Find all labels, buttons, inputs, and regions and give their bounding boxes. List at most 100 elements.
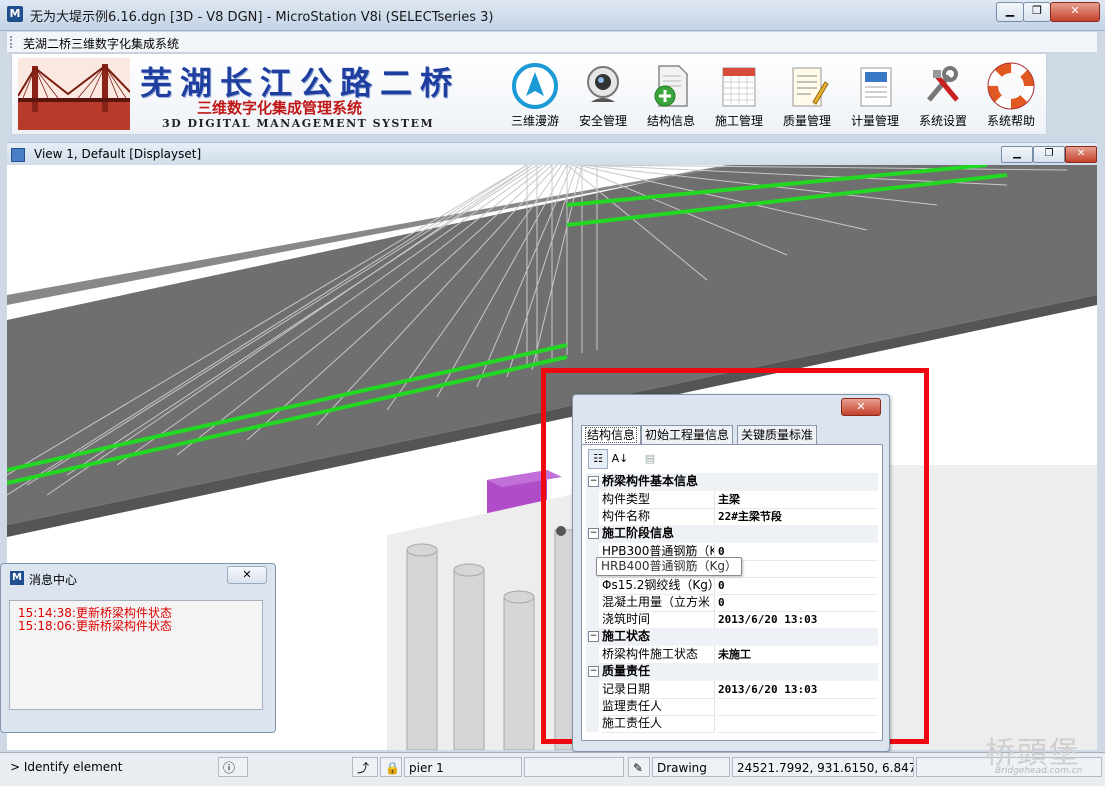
message-center-panel: M 消息中心 ✕ 15:14:38:更新桥梁构件状态 15:18:06:更新桥梁…	[0, 563, 276, 733]
property-value[interactable]: 主梁	[718, 491, 878, 509]
row-gutter	[586, 681, 599, 698]
view-minimize-button[interactable]: ▁	[1001, 146, 1033, 163]
tab-structure-info[interactable]: 结构信息	[581, 425, 642, 445]
notepad-icon	[792, 67, 829, 107]
property-pages-icon[interactable]: ▤	[640, 449, 660, 469]
property-value[interactable]	[718, 560, 878, 578]
tab-initial-quantity[interactable]: 初始工程量信息	[641, 425, 734, 444]
property-key: 桥梁构件施工状态	[602, 646, 715, 664]
toolbar-label: 质量管理	[782, 114, 831, 128]
property-row[interactable]: 构件类型 主梁	[586, 491, 878, 509]
property-grid-container: ☷ A↓ ▤ − 桥梁构件基本信息 构件类型 主梁 构件名称 22#主梁节段 − 施工阶…	[581, 444, 883, 741]
property-tooltip: HRB400普通钢筋（Kg）	[596, 557, 742, 576]
property-key: Φs15.2钢绞线（Kg）	[602, 577, 715, 595]
category-construction-status[interactable]: − 施工状态	[586, 628, 878, 646]
toolbar-structure-info-button[interactable]: 结构信息	[639, 62, 703, 132]
property-value[interactable]: 22#主梁节段	[718, 508, 878, 526]
info-icon[interactable]: ⓘ	[218, 757, 248, 777]
message-center-close-button[interactable]: ✕	[227, 566, 267, 584]
status-empty-field	[524, 757, 624, 777]
category-label: 施工阶段信息	[602, 526, 675, 540]
property-row[interactable]: 监理责任人	[586, 698, 878, 716]
view-titlebar: View 1, Default [Displayset] ▁ ❐ ✕	[7, 142, 1097, 165]
category-label: 质量责任	[602, 664, 651, 678]
property-value[interactable]	[718, 698, 878, 716]
property-row[interactable]: 施工责任人	[586, 715, 878, 733]
toolbar-grip[interactable]	[10, 36, 15, 48]
property-value[interactable]: 2013/6/20 13:03	[718, 681, 878, 699]
minimize-button[interactable]: ▁	[996, 2, 1024, 22]
toolbar-safety-button[interactable]: 安全管理	[571, 62, 635, 132]
toolbar-metering-button[interactable]: 计量管理	[843, 62, 907, 132]
message-item[interactable]: 15:18:06:更新桥梁构件状态	[10, 620, 262, 633]
tools-icon	[927, 66, 959, 102]
collapse-icon[interactable]: −	[588, 528, 599, 539]
message-list[interactable]: 15:14:38:更新桥梁构件状态 15:18:06:更新桥梁构件状态	[9, 600, 263, 710]
property-value[interactable]: 0	[718, 577, 878, 595]
sort-alphabetical-icon[interactable]: A↓	[610, 449, 630, 469]
toolbar-settings-button[interactable]: 系统设置	[911, 62, 975, 132]
collapse-icon[interactable]: −	[588, 476, 599, 487]
toolbar-label: 结构信息	[646, 114, 695, 128]
maximize-button[interactable]: ❐	[1023, 2, 1051, 22]
property-value[interactable]: 2013/6/20 13:03	[718, 611, 878, 629]
category-quality-responsibility[interactable]: − 质量责任	[586, 663, 878, 681]
row-gutter	[586, 491, 599, 508]
property-key: 浇筑时间	[602, 611, 715, 629]
property-key: 构件名称	[602, 508, 715, 526]
status-level[interactable]: pier 1	[404, 757, 522, 777]
microstation-app-icon: M	[7, 6, 23, 22]
row-gutter	[586, 594, 599, 611]
property-row[interactable]: 桥梁构件施工状态 未施工	[586, 646, 878, 664]
property-value[interactable]: 0	[718, 594, 878, 612]
property-row[interactable]: 混凝土用量（立方米 0	[586, 594, 878, 612]
toolbar-label: 安全管理	[578, 114, 627, 128]
row-gutter	[586, 715, 599, 732]
pencil-icon[interactable]: ✎	[628, 757, 650, 777]
status-bar: > Identify element ⓘ ⤴ 🔒 pier 1 ✎ Drawin…	[0, 752, 1105, 786]
title-bar: M 无为大堤示例6.16.dgn [3D - V8 DGN] - MicroSt…	[0, 0, 1105, 31]
property-value[interactable]: 0	[718, 543, 878, 561]
message-center-title: 消息中心	[29, 573, 78, 587]
watermark-url: Bridgehead.com.cn	[995, 766, 1083, 776]
property-key: 监理责任人	[602, 698, 715, 716]
menu-system-name[interactable]: 芜湖二桥三维数字化集成系统	[23, 35, 179, 52]
status-prompt: > Identify element	[10, 760, 123, 774]
tab-quality-standard[interactable]: 关键质量标准	[737, 425, 818, 444]
calendar-icon	[722, 67, 756, 107]
collapse-icon[interactable]: −	[588, 631, 599, 642]
close-button[interactable]: ✕	[1050, 2, 1100, 22]
view-close-button[interactable]: ✕	[1065, 146, 1097, 163]
property-value[interactable]	[718, 715, 878, 733]
toolbar-quality-button[interactable]: 质量管理	[775, 62, 839, 132]
property-row[interactable]: Φs15.2钢绞线（Kg） 0	[586, 577, 878, 595]
row-gutter	[586, 611, 599, 628]
property-row[interactable]: 记录日期 2013/6/20 13:03	[586, 681, 878, 699]
category-basic-info[interactable]: − 桥梁构件基本信息	[586, 473, 878, 491]
view-title: View 1, Default [Displayset]	[34, 147, 202, 161]
category-label: 桥梁构件基本信息	[602, 474, 699, 488]
toolbar-help-button[interactable]: 系统帮助	[979, 62, 1043, 132]
toolbar-construction-button[interactable]: 施工管理	[707, 62, 771, 132]
snap-icon[interactable]: ⤴	[352, 757, 378, 777]
categorized-view-icon[interactable]: ☷	[588, 449, 608, 469]
property-value[interactable]: 未施工	[718, 646, 878, 664]
tab-label: 关键质量标准	[741, 428, 814, 442]
status-mode[interactable]: Drawing	[652, 757, 730, 777]
category-stage-info[interactable]: − 施工阶段信息	[586, 525, 878, 543]
panel-close-button[interactable]: ✕	[841, 398, 881, 416]
webcam-icon	[587, 66, 619, 102]
property-grid: − 桥梁构件基本信息 构件类型 主梁 构件名称 22#主梁节段 − 施工阶段信息 HPB…	[586, 473, 878, 733]
lifebuoy-icon	[987, 62, 1035, 110]
lock-icon[interactable]: 🔒	[380, 757, 402, 777]
compass-icon	[512, 63, 558, 109]
property-key: 记录日期	[602, 681, 715, 699]
property-row[interactable]: 浇筑时间 2013/6/20 13:03	[586, 611, 878, 629]
property-row[interactable]: 构件名称 22#主梁节段	[586, 508, 878, 526]
view-restore-button[interactable]: ❐	[1033, 146, 1065, 163]
toolbar-3d-roam-button[interactable]: 三维漫游	[503, 62, 567, 132]
property-key: 混凝土用量（立方米	[602, 594, 715, 612]
menubar: 芜湖二桥三维数字化集成系统	[7, 32, 1097, 53]
toolbar-label: 系统帮助	[986, 114, 1035, 128]
collapse-icon[interactable]: −	[588, 666, 599, 677]
